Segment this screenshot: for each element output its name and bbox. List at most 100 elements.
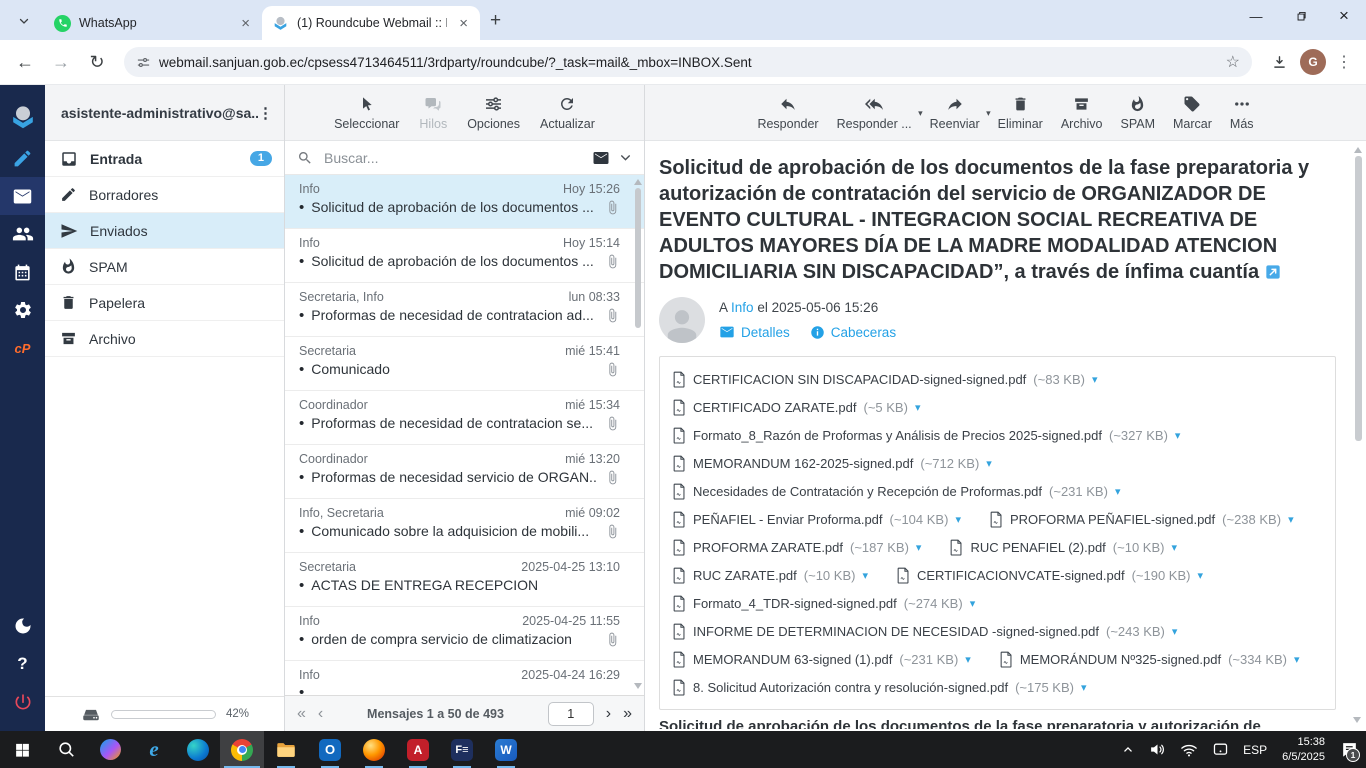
attachment-menu-caret[interactable]: ▾ [1171,541,1177,554]
prev-page-button[interactable]: ‹ [318,706,323,722]
acrobat-icon[interactable]: A [396,731,440,768]
headers-link[interactable]: Cabeceras [810,325,896,340]
list-item[interactable]: Secretaria, Info lun 08:33 • Proformas d… [285,283,644,337]
search-input[interactable] [322,149,583,167]
attachment-menu-caret[interactable]: ▾ [1115,485,1121,498]
new-tab-button[interactable]: + [490,10,501,32]
taskbar-search-icon[interactable] [44,731,88,768]
folder-enviados[interactable]: Enviados [45,213,284,249]
site-settings-icon[interactable] [136,55,151,70]
view-scrollbar-thumb[interactable] [1355,156,1362,441]
attachment-menu-caret[interactable]: ▾ [970,597,976,610]
attachment-menu-caret[interactable]: ▾ [986,457,992,470]
folder-papelera[interactable]: Papelera [45,285,284,321]
list-item[interactable]: Coordinador mié 15:34 • Proformas de nec… [285,391,644,445]
help-icon[interactable]: ? [0,645,45,683]
attachment-item[interactable]: RUC PENAFIEL (2).pdf (~10 KB) ▾ [949,533,1177,561]
list-item[interactable]: Coordinador mié 13:20 • Proformas de nec… [285,445,644,499]
attachment-item[interactable]: MEMORANDUM 162-2025-signed.pdf (~712 KB)… [672,449,992,477]
folder-spam[interactable]: SPAM [45,249,284,285]
settings-gear-icon[interactable] [0,291,45,329]
attachment-menu-caret[interactable]: ▾ [1288,513,1294,526]
attachment-menu-caret[interactable]: ▾ [862,569,868,582]
volume-icon[interactable] [1142,731,1173,768]
refresh-button[interactable]: Actualizar [540,94,595,131]
action-center-icon[interactable]: 1 [1333,731,1366,768]
tab-close-icon[interactable]: × [237,14,254,33]
reply-all-dropdown-caret[interactable]: ▾ [918,108,923,119]
logout-power-icon[interactable] [0,683,45,721]
calendar-nav-icon[interactable] [0,253,45,291]
cpanel-icon[interactable]: cP [0,329,45,367]
attachment-item[interactable]: RUC ZARATE.pdf (~10 KB) ▾ [672,561,868,589]
page-number-input[interactable] [548,702,594,726]
f-app-icon[interactable]: F≡ [440,731,484,768]
edge-icon[interactable] [176,731,220,768]
attachment-menu-caret[interactable]: ▾ [1092,373,1098,386]
downloads-icon[interactable] [1264,47,1294,77]
profile-avatar[interactable]: G [1300,49,1326,75]
list-item[interactable]: Secretaria mié 15:41 • Comunicado [285,337,644,391]
back-button[interactable]: ← [10,47,40,77]
attachment-item[interactable]: Formato_8_Razón de Proformas y Análisis … [672,421,1180,449]
attachment-menu-caret[interactable]: ▾ [1294,653,1300,666]
attachment-item[interactable]: 8. Solicitud Autorización contra y resol… [672,673,1087,701]
tray-device-icon[interactable] [1205,731,1236,768]
reply-button[interactable]: Responder [757,94,818,131]
word-icon[interactable]: W [484,731,528,768]
taskbar-clock[interactable]: 15:38 6/5/2025 [1274,735,1333,765]
language-indicator[interactable]: ESP [1236,731,1274,768]
attachment-menu-caret[interactable]: ▾ [965,653,971,666]
list-scrollbar-thumb[interactable] [635,188,641,328]
details-link[interactable]: Detalles [719,324,790,340]
attachment-item[interactable]: MEMORÁNDUM Nº325-signed.pdf (~334 KB) ▾ [999,645,1300,673]
tab-close-icon[interactable]: × [455,14,472,33]
list-item[interactable]: Info Hoy 15:26 • Solicitud de aprobación… [285,175,644,229]
attachment-menu-caret[interactable]: ▾ [915,401,921,414]
tray-chevron-up-icon[interactable] [1114,731,1142,768]
reply-all-button[interactable]: Responder ... ▾ [837,94,912,131]
mark-button[interactable]: Marcar [1173,94,1212,131]
list-item[interactable]: Info 2025-04-24 16:29 • [285,661,644,695]
window-restore-button[interactable] [1278,0,1322,32]
delete-button[interactable]: Eliminar [998,94,1043,131]
attachment-item[interactable]: INFORME DE DETERMINACION DE NECESIDAD -s… [672,617,1177,645]
options-button[interactable]: Opciones [467,94,520,131]
browser-menu-icon[interactable]: ⋮ [1332,52,1356,72]
mail-nav-icon[interactable] [0,177,45,215]
attachment-menu-caret[interactable]: ▾ [1175,429,1181,442]
recipient-link[interactable]: Info [731,300,754,315]
dark-mode-moon-icon[interactable] [0,607,45,645]
attachment-item[interactable]: Necesidades de Contratación y Recepción … [672,477,1120,505]
attachment-menu-caret[interactable]: ▾ [1197,569,1203,582]
attachment-menu-caret[interactable]: ▾ [955,513,961,526]
more-button[interactable]: Más [1230,94,1254,131]
address-bar[interactable]: webmail.sanjuan.gob.ec/cpsess4713464511/… [124,47,1252,77]
attachment-item[interactable]: PROFORMA ZARATE.pdf (~187 KB) ▾ [672,533,921,561]
external-link-icon[interactable] [1265,264,1281,280]
search-options-chevron-icon[interactable] [619,151,632,164]
list-item[interactable]: Info 2025-04-25 11:55 • orden de compra … [285,607,644,661]
forward-button[interactable]: Reenviar ▾ [930,94,980,131]
attachment-item[interactable]: MEMORANDUM 63-signed (1).pdf (~231 KB) ▾ [672,645,971,673]
attachment-menu-caret[interactable]: ▾ [1172,625,1178,638]
tab-roundcube[interactable]: (1) Roundcube Webmail :: Envia × [262,6,480,40]
tab-search-button[interactable] [10,7,38,35]
first-page-button[interactable]: « [297,706,306,722]
folder-borradores[interactable]: Borradores [45,177,284,213]
attachment-item[interactable]: Formato_4_TDR-signed-signed.pdf (~274 KB… [672,589,975,617]
search-scope-mail-icon[interactable] [592,149,610,167]
firefox-icon[interactable] [352,731,396,768]
internet-explorer-icon[interactable]: e [132,731,176,768]
folder-archivo[interactable]: Archivo [45,321,284,357]
outlook-icon[interactable]: O [308,731,352,768]
archive-button[interactable]: Archivo [1061,94,1103,131]
wifi-icon[interactable] [1173,731,1205,768]
folder-entrada[interactable]: Entrada 1 [45,141,284,177]
attachment-item[interactable]: CERTIFICACIONVCATE-signed.pdf (~190 KB) … [896,561,1203,589]
attachment-menu-caret[interactable]: ▾ [1081,681,1087,694]
list-item[interactable]: Info Hoy 15:14 • Solicitud de aprobación… [285,229,644,283]
account-menu-icon[interactable]: ⋮ [258,104,274,122]
threads-button[interactable]: Hilos [419,94,447,131]
view-scrollbar[interactable] [1352,145,1364,727]
